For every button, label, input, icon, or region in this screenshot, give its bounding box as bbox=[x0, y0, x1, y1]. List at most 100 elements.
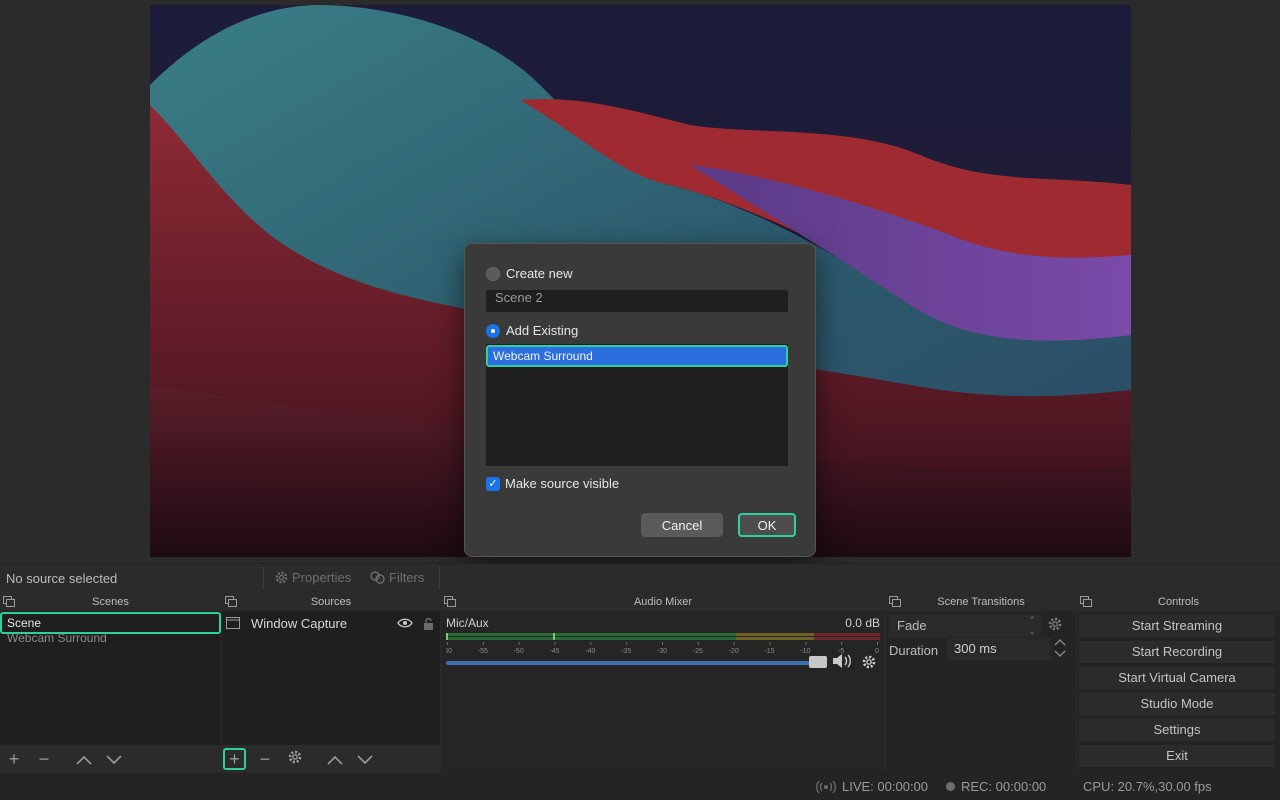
make-visible-label: Make source visible bbox=[505, 476, 620, 491]
source-properties-icon[interactable] bbox=[285, 749, 305, 769]
start-virtual-camera-button[interactable]: Start Virtual Camera bbox=[1079, 667, 1275, 689]
meter-tick-mark bbox=[554, 642, 556, 645]
scenes-dock: Scenes Scene Webcam Surround + − bbox=[0, 593, 221, 773]
add-scene-icon[interactable]: + bbox=[4, 749, 24, 769]
meter-tick-mark bbox=[877, 642, 878, 645]
meter-tick-label: -10 bbox=[800, 648, 810, 655]
ok-button[interactable]: OK bbox=[738, 513, 796, 537]
list-item[interactable]: Window Capture bbox=[226, 614, 434, 632]
meter-tick-mark bbox=[662, 642, 663, 645]
scene-transitions-header: Scene Transitions bbox=[886, 593, 1076, 611]
scenes-dock-header: Scenes bbox=[0, 593, 221, 611]
add-existing-option[interactable]: Add Existing bbox=[486, 323, 578, 338]
add-existing-label: Add Existing bbox=[506, 323, 579, 338]
meter-tick-label: -50 bbox=[514, 648, 524, 655]
remove-scene-icon[interactable]: − bbox=[34, 749, 54, 769]
volume-slider-handle[interactable] bbox=[809, 656, 827, 668]
meter-tick-label: -55 bbox=[478, 648, 488, 655]
add-existing-radio[interactable] bbox=[486, 323, 500, 338]
meter-tick-label: -20 bbox=[729, 648, 739, 655]
move-up-icon[interactable] bbox=[325, 749, 345, 769]
gear-icon[interactable] bbox=[861, 654, 877, 670]
gear-icon bbox=[275, 571, 288, 584]
lock-icon[interactable] bbox=[423, 617, 434, 630]
controls-title: Controls bbox=[1158, 596, 1199, 608]
sources-dock-header: Sources bbox=[222, 593, 440, 611]
settings-button[interactable]: Settings bbox=[1079, 719, 1275, 741]
meter-tick-label: -25 bbox=[693, 648, 703, 655]
cpu-fps: CPU: 20.7%,30.00 fps bbox=[1083, 779, 1212, 794]
start-streaming-button[interactable]: Start Streaming bbox=[1079, 615, 1275, 637]
meter-tick-mark bbox=[447, 642, 448, 645]
make-visible-option[interactable]: ✓ Make source visible bbox=[486, 476, 619, 491]
divider bbox=[263, 567, 264, 589]
controls-header: Controls bbox=[1077, 593, 1280, 611]
volume-slider-track[interactable] bbox=[446, 661, 816, 665]
mixer-body: Mic/Aux 0.0 dB -60 -55 -50 -45 -40 -35 -30 -25 -… bbox=[441, 611, 885, 773]
meter-tick-label: -45 bbox=[549, 648, 559, 655]
audio-mixer-title: Audio Mixer bbox=[633, 596, 693, 608]
source-toolbar: No source selected Properties Filters bbox=[0, 563, 1280, 592]
float-dock-icon[interactable] bbox=[1080, 596, 1092, 607]
filters-icon bbox=[370, 571, 385, 584]
studio-mode-button[interactable]: Studio Mode bbox=[1079, 693, 1275, 715]
create-new-label: Create new bbox=[506, 266, 573, 281]
eye-icon[interactable] bbox=[397, 618, 413, 628]
create-new-option[interactable]: Create new bbox=[486, 266, 572, 281]
float-dock-icon[interactable] bbox=[225, 596, 237, 607]
meter-tick-label: -15 bbox=[764, 648, 774, 655]
move-down-icon[interactable] bbox=[104, 749, 124, 769]
meter-tick-label: -40 bbox=[585, 648, 595, 655]
cancel-button[interactable]: Cancel bbox=[641, 513, 723, 537]
create-new-radio[interactable] bbox=[486, 266, 500, 281]
record-dot-icon bbox=[946, 782, 955, 791]
list-item[interactable]: Webcam Surround bbox=[486, 345, 788, 367]
meter-tick-mark bbox=[626, 642, 628, 645]
transition-select[interactable]: Fade ⌃ ⌄ bbox=[889, 615, 1041, 637]
remove-source-icon[interactable]: − bbox=[255, 749, 275, 769]
scenes-toolbar: + − bbox=[0, 745, 221, 773]
duration-input[interactable]: 300 ms bbox=[947, 638, 1051, 660]
float-dock-icon[interactable] bbox=[444, 596, 456, 607]
meter-tick-mark bbox=[841, 642, 843, 645]
speaker-icon[interactable] bbox=[832, 653, 854, 669]
controls-dock: Controls Start Streaming Start Recording… bbox=[1077, 593, 1280, 773]
start-recording-button[interactable]: Start Recording bbox=[1079, 641, 1275, 663]
channel-level: 0.0 dB bbox=[845, 616, 880, 630]
existing-sources-list[interactable]: Webcam Surround bbox=[486, 344, 788, 466]
make-visible-checkbox[interactable]: ✓ bbox=[486, 476, 500, 491]
filters-label: Filters bbox=[389, 570, 425, 585]
list-item[interactable]: Webcam Surround bbox=[7, 631, 107, 645]
float-dock-icon[interactable] bbox=[889, 596, 901, 607]
live-status: LIVE: 00:00:00 bbox=[816, 779, 928, 794]
source-label: Window Capture bbox=[251, 615, 348, 631]
meter-tick-mark bbox=[805, 642, 807, 645]
rec-status: REC: 00:00:00 bbox=[946, 779, 1046, 794]
sources-toolbar: + − bbox=[222, 745, 440, 773]
meter-tick-mark bbox=[733, 642, 735, 645]
transition-selected: Fade bbox=[897, 618, 927, 633]
meter-tick-mark bbox=[482, 642, 484, 645]
scene-transitions-title: Scene Transitions bbox=[937, 596, 1025, 608]
float-dock-icon[interactable] bbox=[3, 596, 15, 607]
broadcast-icon bbox=[816, 780, 836, 793]
filters-button[interactable]: Filters bbox=[370, 570, 424, 585]
controls-body: Start Streaming Start Recording Start Vi… bbox=[1077, 611, 1280, 773]
add-scene-dialog: Create new Scene 2 Add Existing Webcam S… bbox=[464, 243, 816, 557]
properties-button[interactable]: Properties bbox=[274, 570, 351, 585]
volume-meter: -60-55-50-45-40-35-30-25-20-15-10-50 bbox=[446, 633, 880, 655]
move-up-icon[interactable] bbox=[74, 749, 94, 769]
transition-settings-icon[interactable] bbox=[1047, 616, 1063, 636]
exit-button[interactable]: Exit bbox=[1079, 745, 1275, 767]
audio-mixer-header: Audio Mixer bbox=[441, 593, 885, 611]
divider bbox=[439, 567, 440, 589]
move-down-icon[interactable] bbox=[355, 749, 375, 769]
sources-title: Sources bbox=[310, 596, 352, 608]
scenes-title: Scenes bbox=[92, 596, 129, 608]
add-source-icon[interactable]: + bbox=[223, 748, 246, 770]
sources-dock: Sources Window Capture + − bbox=[222, 593, 440, 773]
duration-stepper[interactable] bbox=[1054, 637, 1066, 662]
duration-label: Duration bbox=[889, 643, 939, 658]
properties-label: Properties bbox=[292, 570, 352, 585]
new-scene-name-input[interactable]: Scene 2 bbox=[486, 290, 788, 312]
